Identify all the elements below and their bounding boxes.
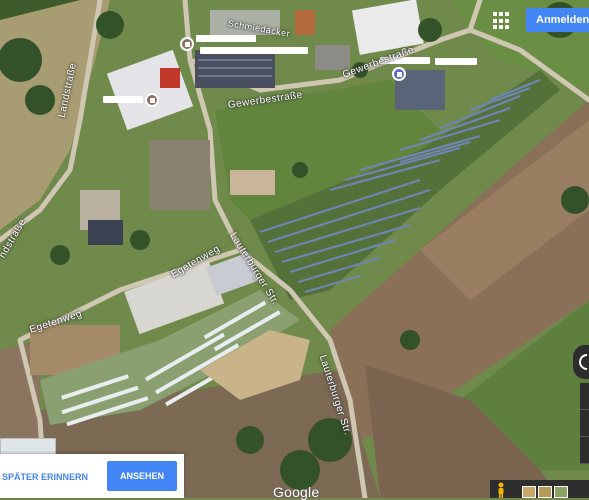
signin-button[interactable]: Anmelden (526, 8, 589, 32)
compass-rotate-control[interactable] (573, 345, 589, 379)
apps-grid-icon[interactable] (492, 11, 512, 31)
poi-marker-business[interactable] (145, 93, 159, 107)
zoom-out-button[interactable] (580, 410, 589, 437)
rotate-icon (579, 354, 588, 370)
view-button[interactable]: ANSEHEN (107, 461, 177, 491)
satellite-map[interactable] (0, 0, 589, 498)
poi-marker-civic[interactable] (392, 67, 406, 81)
pegman-icon[interactable] (495, 482, 507, 498)
tilt-button[interactable] (580, 437, 589, 464)
remind-later-button[interactable]: SPÄTER ERINNERN (2, 470, 88, 484)
imagery-thumb-3[interactable] (554, 486, 568, 498)
poi-redacted-label (103, 96, 143, 103)
poi-redacted-label (435, 58, 477, 65)
poi-redacted-label (200, 47, 308, 54)
zoom-control[interactable] (580, 383, 589, 464)
imagery-thumb-2[interactable] (538, 486, 552, 498)
poi-redacted-label (196, 35, 256, 42)
zoom-in-button[interactable] (580, 383, 589, 410)
imagery-thumb-1[interactable] (522, 486, 536, 498)
poi-marker-shop[interactable] (180, 37, 194, 51)
